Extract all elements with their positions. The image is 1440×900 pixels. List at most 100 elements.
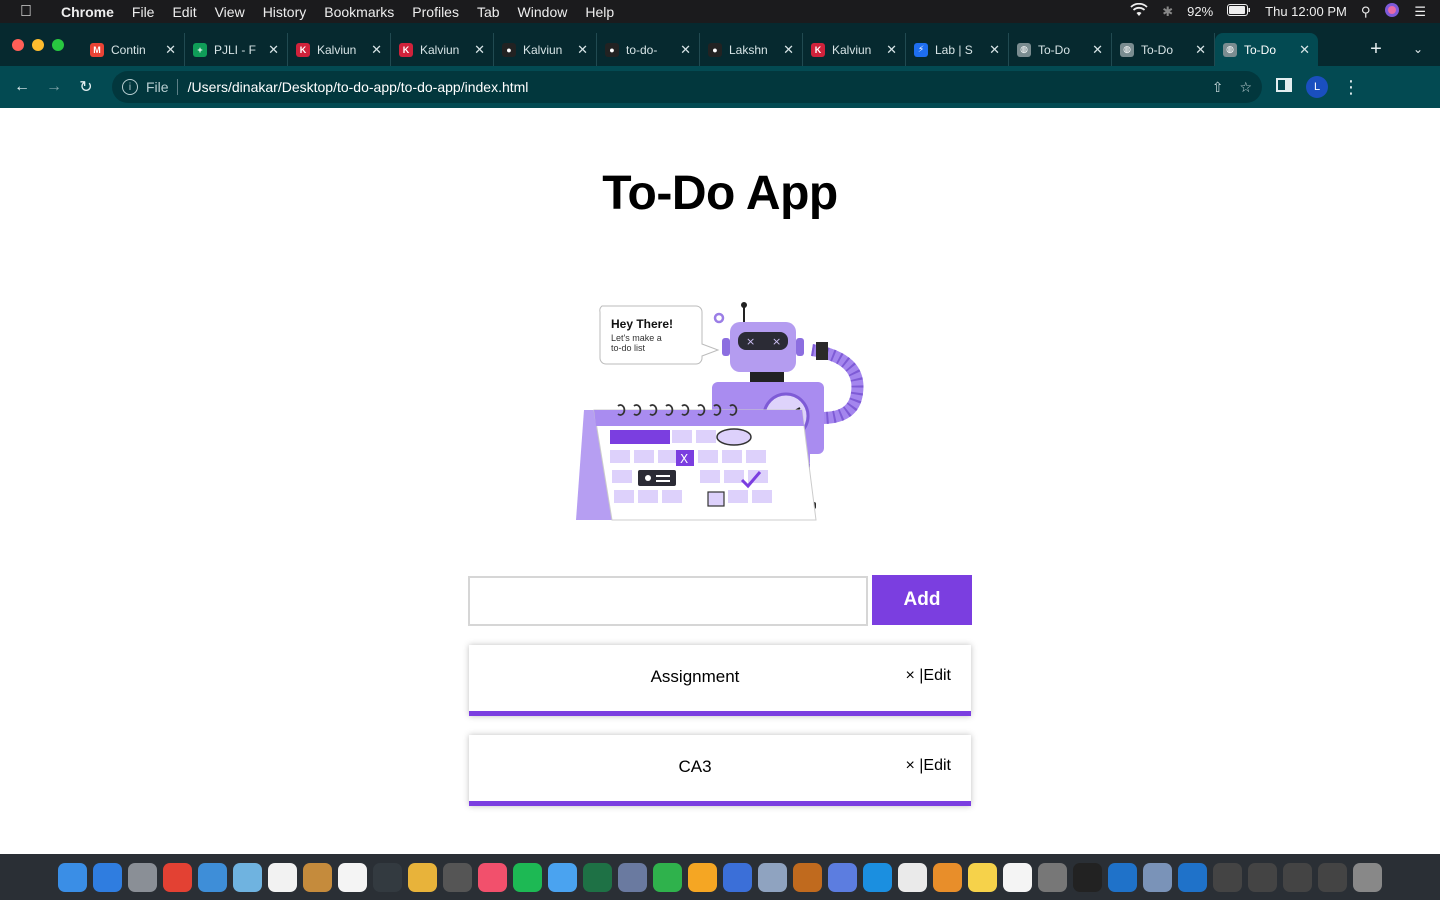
close-tab-icon[interactable]: ✕ [1092, 42, 1103, 58]
task-delete-edit-controls[interactable]: × |Edit [905, 757, 951, 775]
task-delete-edit-controls[interactable]: × |Edit [905, 667, 951, 685]
tab-5[interactable]: ● Kalviun ✕ [494, 33, 597, 66]
side-panel-icon[interactable] [1276, 77, 1292, 97]
dock-app-icon[interactable] [583, 862, 612, 892]
close-tab-icon[interactable]: ✕ [886, 42, 897, 58]
dock-app-icon[interactable] [1038, 862, 1067, 892]
tab-10[interactable]: ◍ To-Do ✕ [1009, 33, 1112, 66]
dock-app-icon[interactable] [93, 862, 122, 892]
dock-app-icon[interactable] [1003, 862, 1032, 892]
close-window-button[interactable] [12, 38, 24, 51]
clock[interactable]: Thu 12:00 PM [1265, 4, 1347, 19]
dock-app-icon[interactable] [163, 862, 192, 892]
dock-app-icon[interactable] [1318, 862, 1347, 892]
close-tab-icon[interactable]: ✕ [989, 42, 1000, 58]
menu-tab[interactable]: Tab [468, 4, 509, 20]
chrome-menu-icon[interactable]: ⋮ [1342, 77, 1360, 98]
siri-icon[interactable] [1384, 2, 1400, 21]
tab-6[interactable]: ● to-do- ✕ [597, 33, 700, 66]
dock-app-icon[interactable] [793, 862, 822, 892]
spotlight-search-icon[interactable]: ⚲ [1361, 4, 1371, 20]
close-tab-icon[interactable]: ✕ [783, 42, 794, 58]
dock-app-icon[interactable] [1073, 862, 1102, 892]
menu-file[interactable]: File [123, 4, 164, 20]
dock-app-icon[interactable] [863, 862, 892, 892]
menu-history[interactable]: History [254, 4, 316, 20]
profile-avatar[interactable]: L [1306, 76, 1328, 98]
dock-app-icon[interactable] [128, 862, 157, 892]
menu-window[interactable]: Window [509, 4, 577, 20]
dock-app-icon[interactable] [1108, 862, 1137, 892]
dock-app-icon[interactable] [58, 862, 87, 892]
tab-12[interactable]: ◍ To-Do ✕ [1215, 33, 1318, 66]
dock-app-icon[interactable] [198, 862, 227, 892]
menu-view[interactable]: View [206, 4, 254, 20]
bookmark-star-icon[interactable]: ☆ [1239, 79, 1252, 96]
close-tab-icon[interactable]: ✕ [1299, 42, 1310, 58]
dock-app-icon[interactable] [338, 862, 367, 892]
menu-profiles[interactable]: Profiles [403, 4, 468, 20]
tab-3[interactable]: K Kalviun ✕ [288, 33, 391, 66]
reload-icon[interactable]: ↻ [70, 77, 102, 97]
tab-4[interactable]: K Kalviun ✕ [391, 33, 494, 66]
site-info-icon[interactable]: i [122, 79, 138, 95]
dock-app-icon[interactable] [968, 862, 997, 892]
dock-app-icon[interactable] [758, 862, 787, 892]
tab-11[interactable]: ◍ To-Do ✕ [1112, 33, 1215, 66]
tab-9[interactable]: ⚡ Lab | S ✕ [906, 33, 1009, 66]
dock-app-icon[interactable] [443, 862, 472, 892]
back-arrow-icon[interactable]: ← [6, 78, 38, 96]
menu-app-chrome[interactable]: Chrome [52, 4, 123, 20]
dock-app-icon[interactable] [1283, 862, 1312, 892]
dock-app-icon[interactable] [548, 862, 577, 892]
dock-app-icon[interactable] [828, 862, 857, 892]
dock-app-icon[interactable] [653, 862, 682, 892]
dock-app-icon[interactable] [373, 862, 402, 892]
dock-app-icon[interactable] [303, 862, 332, 892]
dock-app-icon[interactable] [933, 862, 962, 892]
tab-7[interactable]: ● Lakshn ✕ [700, 33, 803, 66]
control-center-icon[interactable]: ☰ [1414, 4, 1426, 20]
close-tab-icon[interactable]: ✕ [474, 42, 485, 58]
minimize-window-button[interactable] [32, 38, 44, 51]
tab-search-chevron-icon[interactable]: ⌄ [1396, 33, 1440, 66]
dock-app-icon[interactable] [478, 862, 507, 892]
menu-help[interactable]: Help [576, 4, 623, 20]
zoom-window-button[interactable] [52, 38, 64, 51]
dock-app-icon[interactable] [408, 862, 437, 892]
tab-1[interactable]: M Contin ✕ [82, 33, 185, 66]
dock-app-icon[interactable] [688, 862, 717, 892]
dock-app-icon[interactable] [1353, 862, 1382, 892]
close-tab-icon[interactable]: ✕ [680, 42, 691, 58]
dock-app-icon[interactable] [1248, 862, 1277, 892]
dock-app-icon[interactable] [898, 862, 927, 892]
new-tab-button[interactable]: + [1356, 33, 1396, 66]
address-bar[interactable]: i File /Users/dinakar/Desktop/to-do-app/… [112, 71, 1262, 103]
close-tab-icon[interactable]: ✕ [1195, 42, 1206, 58]
menu-bookmarks[interactable]: Bookmarks [315, 4, 403, 20]
todo-input[interactable] [468, 576, 868, 626]
close-tab-icon[interactable]: ✕ [577, 42, 588, 58]
battery-icon[interactable] [1227, 4, 1251, 19]
menu-edit[interactable]: Edit [163, 4, 205, 20]
apple-menu-icon[interactable]:  [0, 3, 52, 21]
dock-app-icon[interactable] [618, 862, 647, 892]
close-tab-icon[interactable]: ✕ [268, 42, 279, 58]
dock-app-icon[interactable] [1213, 862, 1242, 892]
close-tab-icon[interactable]: ✕ [371, 42, 382, 58]
wifi-icon[interactable] [1130, 2, 1148, 20]
dock-app-icon[interactable] [268, 862, 297, 892]
url-text[interactable]: /Users/dinakar/Desktop/to-do-app/to-do-a… [188, 79, 529, 95]
add-button[interactable]: Add [872, 575, 972, 625]
dock-app-icon[interactable] [1143, 862, 1172, 892]
dock-app-icon[interactable] [723, 862, 752, 892]
close-tab-icon[interactable]: ✕ [165, 42, 176, 58]
dock-app-icon[interactable] [1178, 862, 1207, 892]
tab-2[interactable]: + PJLI - F ✕ [185, 33, 288, 66]
tab-8[interactable]: K Kalviun ✕ [803, 33, 906, 66]
forward-arrow-icon[interactable]: → [38, 78, 70, 96]
share-icon[interactable]: ⇧ [1212, 79, 1224, 96]
dock-app-icon[interactable] [233, 862, 262, 892]
bluetooth-icon[interactable]: ✱ [1162, 4, 1173, 20]
dock-app-icon[interactable] [513, 862, 542, 892]
